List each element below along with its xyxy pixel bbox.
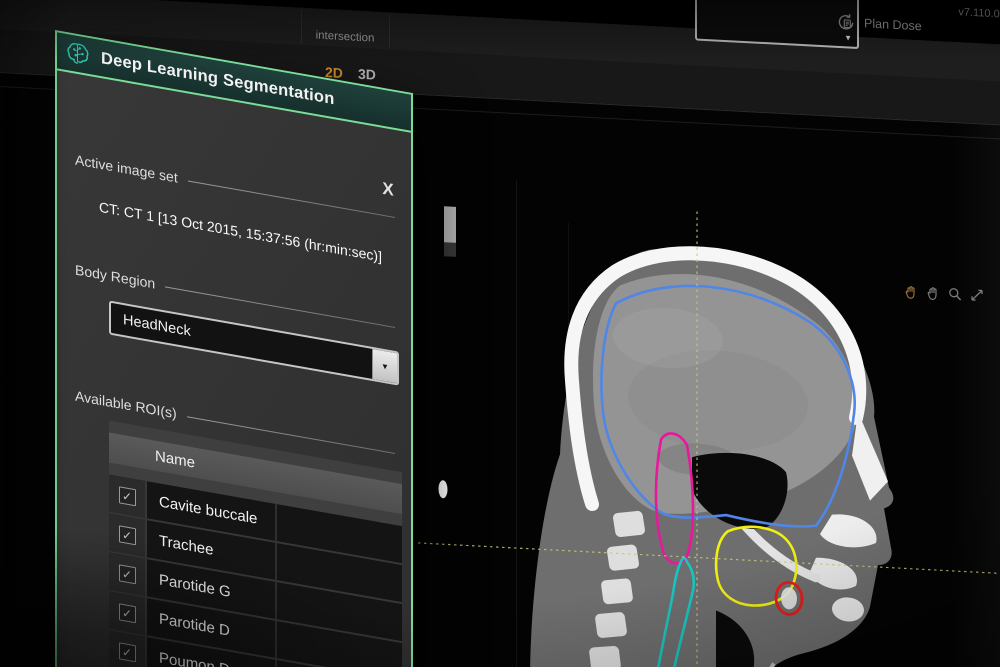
roi-table: Name ✓ Cavite buccale ✓ Trache [109, 421, 402, 667]
active-image-set-label: Active image set [75, 152, 178, 186]
close-button[interactable]: X [377, 177, 399, 203]
dialog-body: X Active image set CT: CT 1 [13 Oct 2015… [57, 70, 411, 667]
roi-name-column-header: Name [155, 447, 195, 471]
body-region-value: HeadNeck [123, 312, 191, 340]
toolbar-separator [389, 14, 390, 47]
toolbar-combobox[interactable]: ▼ [695, 0, 859, 49]
roi-checkbox[interactable]: ✓ [119, 564, 136, 584]
plan-dose-icon [836, 12, 856, 33]
body-region-label: Body Region [75, 262, 155, 292]
dropdown-arrow-button[interactable]: ▼ [372, 349, 397, 383]
checkmark-icon: ✓ [122, 645, 132, 659]
screen: EXTRAS intersection ▼ Plan Dose v7.110.0… [0, 0, 1000, 667]
plan-dose-label: Plan Dose [864, 16, 922, 33]
ct-artifact-rect [444, 206, 456, 243]
roi-checkbox[interactable]: ✓ [119, 525, 136, 545]
roi-checkbox-cell: ✓ [109, 475, 147, 519]
checkmark-icon: ✓ [122, 489, 132, 503]
pan-hand-icon[interactable] [925, 284, 941, 301]
roi-checkbox[interactable]: ✓ [119, 603, 136, 623]
tab-3d[interactable]: 3D [358, 66, 376, 83]
toolbar-button-intersection[interactable]: intersection [302, 8, 388, 49]
checkmark-icon: ✓ [122, 528, 132, 542]
roi-checkbox-cell: ✓ [109, 514, 147, 558]
roi-checkbox[interactable]: ✓ [119, 486, 136, 506]
zoom-magnifier-icon[interactable] [947, 286, 963, 303]
brain-icon [65, 40, 91, 69]
roi-checkbox-cell: ✓ [109, 553, 147, 597]
checkmark-icon: ✓ [122, 606, 132, 620]
section-divider [188, 180, 395, 218]
roi-checkbox-cell: ✓ [109, 592, 147, 636]
roi-checkbox-cell: ✓ [109, 631, 147, 667]
ct-marker-dot [439, 480, 448, 498]
roi-checkbox[interactable]: ✓ [119, 642, 136, 662]
deep-learning-segmentation-dialog: Deep Learning Segmentation X Active imag… [55, 30, 413, 667]
available-rois-label: Available ROI(s) [75, 388, 177, 422]
windowing-hand-icon[interactable] [903, 283, 919, 300]
combobox-arrow-icon: ▼ [844, 33, 852, 42]
dropdown-arrow-icon: ▼ [381, 361, 389, 371]
checkmark-icon: ✓ [122, 567, 132, 581]
ct-sagittal-image [418, 175, 1000, 667]
fit-expand-icon[interactable] [969, 287, 985, 304]
